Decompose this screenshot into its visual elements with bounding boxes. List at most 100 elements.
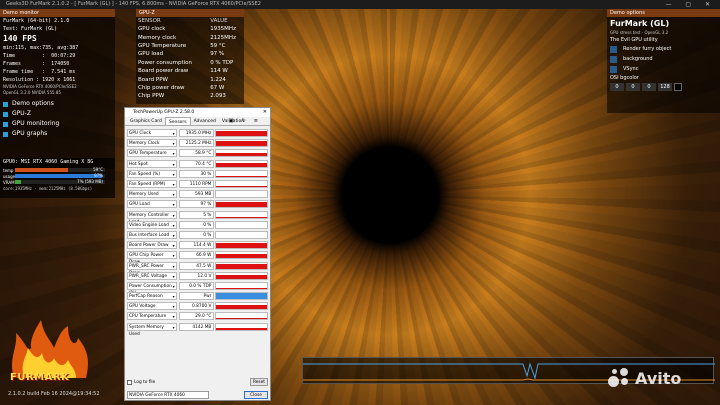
sensor-name-dropdown[interactable]: Board Power Draw xyxy=(127,241,177,250)
window-controls[interactable]: — ▢ ✕ xyxy=(665,0,716,9)
sensor-graph xyxy=(215,230,268,239)
sensor-name-dropdown[interactable]: Memory Clock xyxy=(127,139,177,148)
close-icon[interactable]: ✕ xyxy=(263,108,267,117)
camera-icon[interactable]: ▣ xyxy=(226,118,239,124)
col-sensor: SENSOR xyxy=(138,18,161,24)
time-readout: Time : 00:07:29 xyxy=(3,53,76,59)
bgcolor-g-input[interactable]: 0 xyxy=(626,83,640,91)
bgcolor-r-input[interactable]: 0 xyxy=(610,83,624,91)
sensor-row: GPU Clock1935.0 MHz xyxy=(127,128,268,138)
overlay-sensor: Chip PPW xyxy=(138,93,165,100)
meter-value: 97% xyxy=(94,173,103,178)
sensor-value: 12.0 V xyxy=(178,271,215,280)
sensor-graph-fill xyxy=(216,293,267,300)
window-title: Geeks3D FurMark 2.1.0.2 - [ FurMark (GL)… xyxy=(6,1,261,7)
sensor-value: 5 % xyxy=(178,210,215,219)
option-demo-options[interactable]: Demo options xyxy=(0,99,115,109)
demo-monitor-panel: Demo monitor FurMark (64-bit) 2.1.0 Test… xyxy=(0,9,115,169)
sensor-name-dropdown[interactable]: Video Engine Load xyxy=(127,220,177,229)
demo-monitor-header[interactable]: Demo monitor xyxy=(0,9,115,17)
checkbox-icon[interactable] xyxy=(3,111,8,117)
demo-options-panel: Demo options FurMark (GL) GPU stress tes… xyxy=(607,9,720,113)
overlay-value: 0 % TDP xyxy=(210,59,234,66)
sensor-name-dropdown[interactable]: Memory Controller Load xyxy=(127,210,177,225)
sensor-name-dropdown[interactable]: System Memory Used xyxy=(127,322,177,337)
sensor-name-dropdown[interactable]: Hot Spot xyxy=(127,159,177,168)
checkbox-icon[interactable] xyxy=(610,45,617,53)
gpuz-footer: Log to file Reset NVIDIA GeForce RTX 406… xyxy=(127,378,268,399)
sensor-name-dropdown[interactable]: Bus Interface Load xyxy=(127,230,177,239)
device-select[interactable]: NVIDIA GeForce RTX 4060 xyxy=(127,391,209,399)
sensor-name-dropdown[interactable]: GPU Voltage xyxy=(127,302,177,311)
sensor-row: Memory Controller Load5 % xyxy=(127,210,268,225)
sensor-name-dropdown[interactable]: GPU Clock xyxy=(127,129,177,138)
reset-button[interactable]: Reset xyxy=(250,378,268,386)
sensor-value: 114.4 W xyxy=(178,241,215,250)
sensor-name-dropdown[interactable]: Fan Speed (%) xyxy=(127,169,177,178)
refresh-icon[interactable]: ↻ xyxy=(239,118,251,124)
bgcolor-b-input[interactable]: 0 xyxy=(642,83,656,91)
sensor-name-dropdown[interactable]: PWR_SRC Voltage xyxy=(127,271,177,280)
demo-options-header[interactable]: Demo options xyxy=(607,9,720,17)
sensor-value: 0 % xyxy=(178,230,215,239)
sensor-name-dropdown[interactable]: Fan Speed (RPM) xyxy=(127,180,177,189)
meter-track: 59°C xyxy=(15,167,105,172)
option-background[interactable]: background xyxy=(607,54,720,64)
checkbox-icon[interactable] xyxy=(3,131,8,137)
sensor-row: Bus Interface Load0 % xyxy=(127,230,268,240)
log-to-file[interactable]: Log to file xyxy=(127,380,268,385)
checkbox-icon[interactable] xyxy=(127,380,132,385)
meter-track: 97% xyxy=(15,173,105,178)
sensor-name-dropdown[interactable]: GPU Temperature xyxy=(127,149,177,158)
sensor-row: GPU Load97 % xyxy=(127,199,268,209)
option-render-furry[interactable]: Render furry object xyxy=(607,44,720,54)
sensor-name-dropdown[interactable]: PerfCap Reason xyxy=(127,292,177,301)
menu-icon[interactable]: ≡ xyxy=(251,118,263,124)
checkbox-icon[interactable] xyxy=(610,65,617,73)
sensor-name-dropdown[interactable]: GPU Chip Power Draw xyxy=(127,251,177,265)
tab-advanced[interactable]: Advanced xyxy=(191,117,219,125)
tab-sensors[interactable]: Sensors xyxy=(164,117,191,125)
close-button[interactable]: Close xyxy=(244,391,268,399)
checkbox-icon[interactable] xyxy=(3,121,8,127)
sensor-row: Power Consumption (%)0.0 % TDP xyxy=(127,281,268,296)
window-titlebar: Geeks3D FurMark 2.1.0.2 - [ FurMark (GL)… xyxy=(0,0,720,9)
sensor-graph xyxy=(215,139,268,148)
sensor-graph-fill xyxy=(216,327,267,330)
toolbar-icons[interactable]: ▣ ↻ ≡ xyxy=(223,117,266,126)
meter-track: 7% (593 MB) xyxy=(15,179,105,184)
sensor-graph xyxy=(215,271,268,280)
gpuz-sensor-list: GPU Clock1935.0 MHzMemory Clock2125.2 MH… xyxy=(125,126,270,337)
overlay-value: 2.093 xyxy=(210,93,226,100)
gpuz-title: TechPowerUp GPU-Z 2.58.0 xyxy=(133,110,195,115)
overlay-sensor: GPU clock xyxy=(138,26,166,33)
overlay-row: Chip PPW 2.093 xyxy=(136,92,244,100)
option-gpu-z[interactable]: GPU-Z xyxy=(0,109,115,119)
sensor-name-dropdown[interactable]: Memory Used xyxy=(127,190,177,199)
sensor-name-dropdown[interactable]: CPU Temperature xyxy=(127,312,177,321)
option-gpu-graphs[interactable]: GPU graphs xyxy=(0,129,115,139)
sensor-value: Pwr xyxy=(178,292,215,301)
sensor-value: 30 % xyxy=(178,169,215,178)
checkbox-icon[interactable] xyxy=(3,101,8,107)
bgcolor-label: OSI bgcolor xyxy=(610,75,639,81)
overlay-sensor: Memory clock xyxy=(138,34,177,41)
overlay-value: 2125MHz xyxy=(210,34,236,41)
bgcolor-a-input[interactable]: 128 xyxy=(658,83,672,91)
option-vsync[interactable]: VSync xyxy=(607,64,720,74)
sensor-graph-fill xyxy=(216,186,267,188)
sensor-name-dropdown[interactable]: PWR_SRC Power Draw xyxy=(127,261,177,276)
sensor-name-dropdown[interactable]: Power Consumption (%) xyxy=(127,281,177,296)
option-gpu-monitoring[interactable]: GPU monitoring xyxy=(0,119,115,129)
overlay-row: Memory clock 2125MHz xyxy=(136,33,244,41)
overlay-sensor: Board PPW xyxy=(138,76,168,83)
sensor-name-dropdown[interactable]: GPU Load xyxy=(127,200,177,209)
sensor-value: 2125.2 MHz xyxy=(178,139,215,148)
checkbox-icon[interactable] xyxy=(610,55,617,63)
tab-graphics-card[interactable]: Graphics Card xyxy=(127,117,165,125)
bgcolor-swatch[interactable] xyxy=(674,83,682,91)
sensor-graph-fill xyxy=(216,288,267,289)
sensor-graph xyxy=(215,159,268,168)
gpuz-overlay-header[interactable]: GPU-Z xyxy=(136,9,244,17)
meter-fill xyxy=(15,174,103,178)
